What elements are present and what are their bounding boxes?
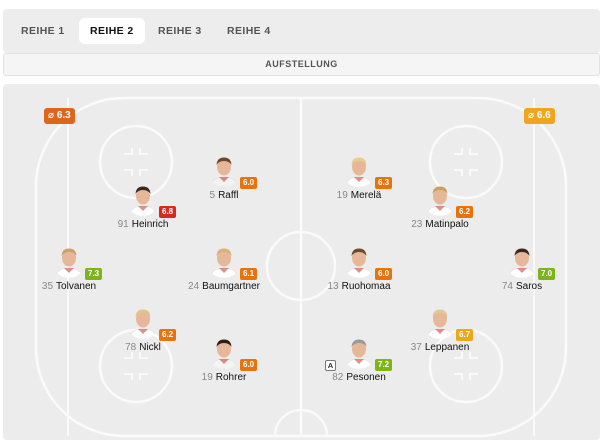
player-avatar (505, 244, 539, 278)
team-average-right: ⌀ 6.6 (524, 108, 555, 124)
player-number: 5 (209, 190, 216, 201)
player-avatar (52, 244, 86, 278)
player-rating-badge: 6.1 (240, 268, 258, 280)
player-number: 35 (41, 281, 54, 292)
player-name: Baumgartner (202, 281, 260, 292)
lineup-tabs: REIHE 1 REIHE 2 REIHE 3 REIHE 4 (3, 9, 600, 53)
player-number: 19 (201, 372, 213, 383)
player-avatar (207, 153, 241, 187)
tab-reihe-2[interactable]: REIHE 2 (79, 18, 145, 44)
player-label: 78 Nickl (93, 342, 193, 353)
player-label: 35 Tolvanen (19, 281, 119, 292)
tab-reihe-4[interactable]: REIHE 4 (216, 18, 282, 44)
player-avatar (207, 244, 241, 278)
average-icon: ⌀ (48, 110, 55, 121)
team-average-left: ⌀ 6.3 (44, 108, 75, 124)
player-rating-badge: 6.0 (240, 359, 258, 371)
player-name: Rohrer (215, 372, 247, 383)
player-avatar (423, 305, 457, 339)
player-rating-badge: 6.0 (240, 177, 258, 189)
player-label: 24 Baumgartner (174, 281, 274, 292)
player-avatar (342, 244, 376, 278)
player-rating-badge: 6.2 (159, 329, 177, 341)
player-rating-badge: 7.0 (538, 268, 556, 280)
player-number: 82 (332, 372, 344, 383)
player-label: 74 Saros (472, 281, 572, 292)
player-photo-icon (344, 248, 374, 278)
player-rating-badge: 7.3 (85, 268, 103, 280)
player-number: 19 (336, 190, 348, 201)
player-rating-badge: 7.2 (375, 359, 393, 371)
player-label: 13 Ruohomaa (309, 281, 409, 292)
player-number: 23 (411, 219, 423, 230)
player-avatar (126, 305, 160, 339)
player-photo-icon (128, 309, 158, 339)
player-number: 13 (327, 281, 339, 292)
player-label: 19 Rohrer (174, 372, 274, 383)
player-avatar (126, 182, 160, 216)
player-photo-icon (209, 339, 239, 369)
player-name: Leppanen (424, 342, 470, 353)
player-label: 82 Pesonen (309, 372, 409, 383)
player-photo-icon (344, 157, 374, 187)
player-avatar (342, 153, 376, 187)
player-name: Pesonen (346, 372, 386, 383)
player-photo-icon (507, 248, 537, 278)
player-photo-icon (209, 248, 239, 278)
section-header-aufstellung: AUFSTELLUNG (3, 53, 600, 76)
player-name: Matinpalo (425, 219, 469, 230)
tab-reihe-3[interactable]: REIHE 3 (147, 18, 213, 44)
player-rating-badge: 6.7 (456, 329, 474, 341)
rink-field: ⌀ 6.3 ⌀ 6.6 6.8 91 Heinrich 6.0 5 Raffl 7.3 35 T… (3, 84, 600, 440)
player-photo-icon (344, 339, 374, 369)
player-name: Saros (516, 281, 543, 292)
player-rating-badge: 6.8 (159, 206, 177, 218)
player-photo-icon (128, 186, 158, 216)
player-number: 37 (410, 342, 422, 353)
average-icon: ⌀ (528, 110, 535, 121)
player-name: Heinrich (131, 219, 169, 230)
player-number: 91 (117, 219, 129, 230)
player-number: 78 (125, 342, 137, 353)
player-rating-badge: 6.2 (456, 206, 474, 218)
player-name: Nickl (139, 342, 161, 353)
player-name: Tolvanen (56, 281, 97, 292)
player-name: Merelä (350, 190, 382, 201)
team-average-left-value: 6.3 (56, 110, 71, 121)
player-avatar (342, 335, 376, 369)
player-photo-icon (425, 186, 455, 216)
player-number: 74 (501, 281, 513, 292)
team-average-right-value: 6.6 (536, 110, 551, 121)
player-label: 91 Heinrich (93, 219, 193, 230)
player-rating-badge: 6.0 (375, 268, 393, 280)
player-label: 19 Merelä (309, 190, 409, 201)
player-photo-icon (54, 248, 84, 278)
tab-reihe-1[interactable]: REIHE 1 (10, 18, 76, 44)
player-photo-icon (209, 157, 239, 187)
player-rating-badge: 6.3 (375, 177, 393, 189)
player-label: 5 Raffl (174, 190, 274, 201)
player-name: Ruohomaa (341, 281, 391, 292)
player-avatar (207, 335, 241, 369)
player-label: 37 Leppanen (390, 342, 490, 353)
player-photo-icon (425, 309, 455, 339)
player-number: 24 (188, 281, 200, 292)
player-avatar (423, 182, 457, 216)
player-name: Raffl (218, 190, 239, 201)
player-label: 23 Matinpalo (390, 219, 490, 230)
captain-badge: A (325, 360, 336, 371)
